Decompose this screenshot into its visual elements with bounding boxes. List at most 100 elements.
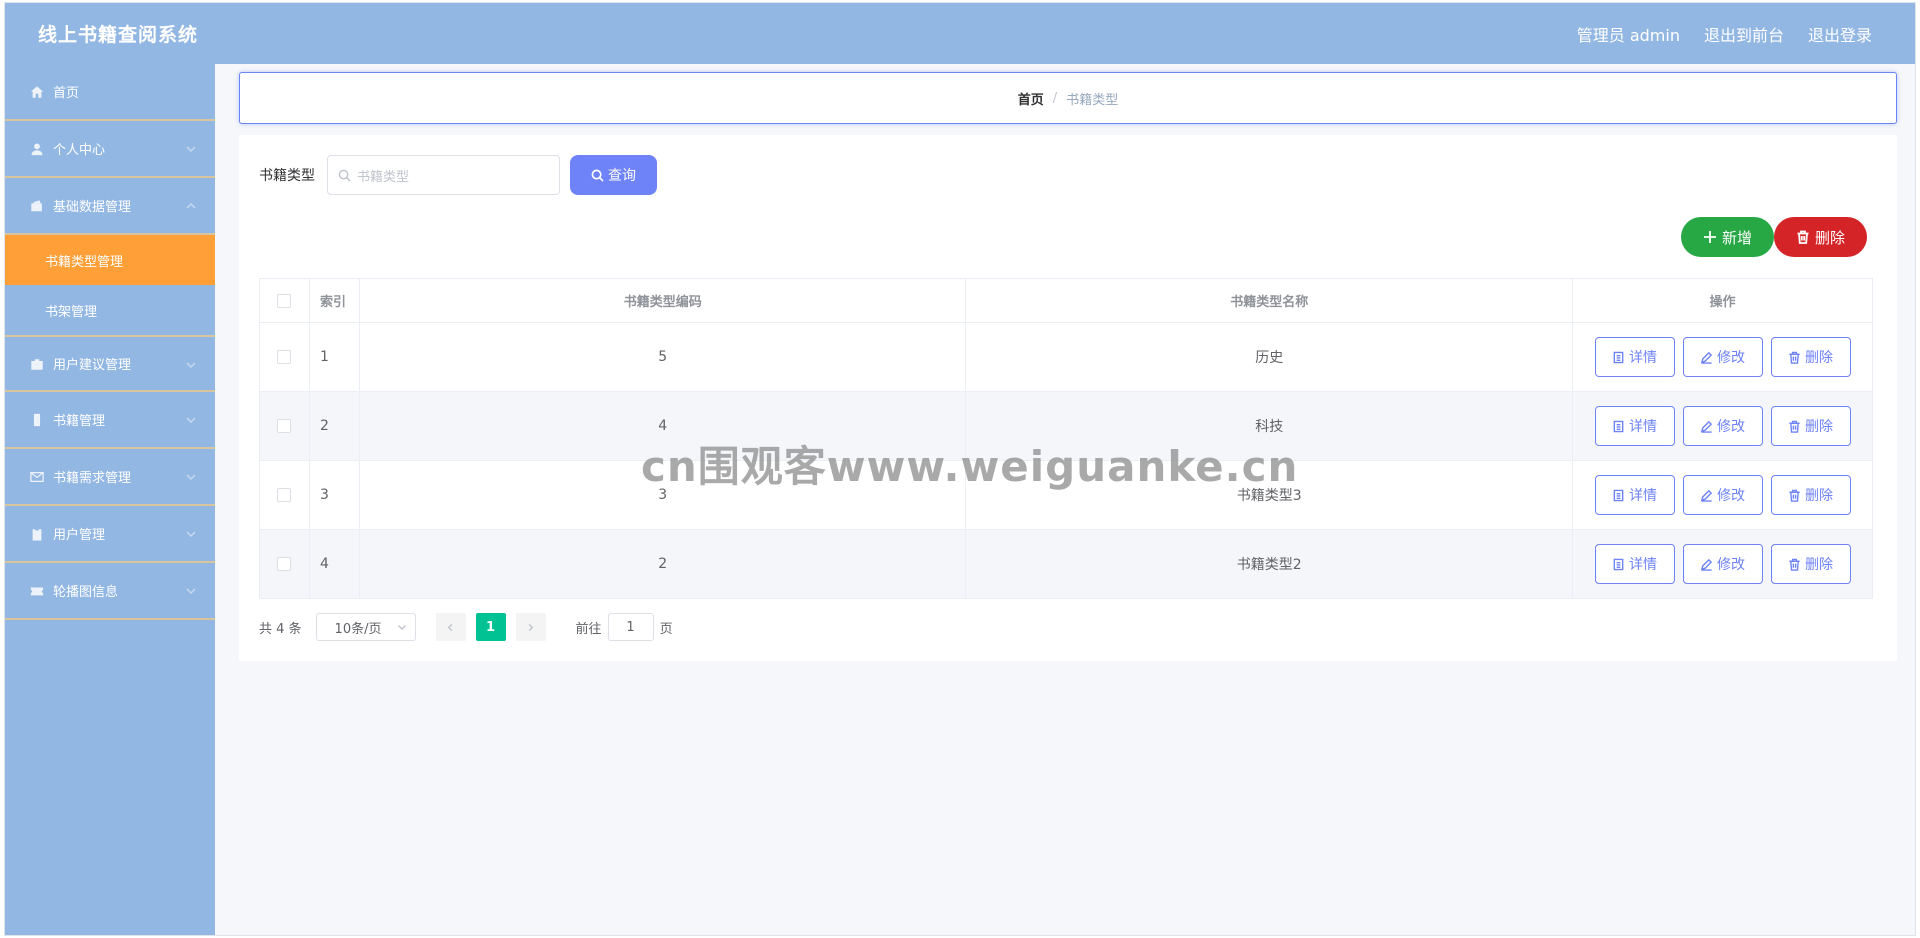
admin-label[interactable]: 管理员 admin <box>1577 22 1680 46</box>
delete-button-label: 删除 <box>1805 488 1833 504</box>
content-panel: 书籍类型 书籍类型 查询 新增 删除 索引 书籍类型编码 书籍类型名称 操作 1… <box>239 135 1897 661</box>
row-checkbox[interactable] <box>277 350 292 364</box>
chevron-left-icon <box>447 623 453 631</box>
chevron-down-icon <box>185 471 197 483</box>
row-name: 科技 <box>965 391 1573 461</box>
page-jump-suffix: 页 <box>659 621 673 637</box>
delete-button[interactable]: 删除 <box>1770 544 1851 584</box>
trash-icon <box>1789 420 1800 433</box>
sidebar-item-users[interactable]: 用户管理 <box>5 506 215 563</box>
detail-button[interactable]: 详情 <box>1594 406 1675 446</box>
edit-button[interactable]: 修改 <box>1682 475 1763 515</box>
row-checkbox[interactable] <box>277 488 292 502</box>
row-code: 5 <box>358 322 967 392</box>
delete-button[interactable]: 删除 <box>1770 406 1851 446</box>
pagination: 共 4 条 10条/页 1 前往 1 页 <box>259 613 673 641</box>
table-row: 1 5 历史 详情 修改 删除 <box>259 322 1873 392</box>
detail-button-label: 详情 <box>1629 350 1657 366</box>
page-jump-input[interactable]: 1 <box>607 613 654 641</box>
trash-icon <box>1797 230 1809 244</box>
app-title: 线上书籍查阅系统 <box>38 24 199 46</box>
briefcase-icon <box>29 356 45 372</box>
edit-button[interactable]: 修改 <box>1682 406 1763 446</box>
sidebar-item-books[interactable]: 书籍管理 <box>5 392 215 449</box>
delete-button[interactable]: 删除 <box>1770 475 1851 515</box>
clipboard-icon <box>29 526 45 542</box>
batch-delete-label: 删除 <box>1814 228 1845 247</box>
add-button[interactable]: 新增 <box>1681 217 1774 257</box>
select-all-cell <box>259 278 310 323</box>
detail-button[interactable]: 详情 <box>1594 475 1675 515</box>
sidebar-subitem-book-type[interactable]: 书籍类型管理 <box>5 235 215 285</box>
search-input[interactable]: 书籍类型 <box>327 155 560 195</box>
chevron-down-icon <box>185 585 197 597</box>
delete-button-label: 删除 <box>1805 557 1833 573</box>
row-select-cell <box>259 460 310 530</box>
trash-icon <box>1789 351 1800 364</box>
row-actions: 详情 修改 删除 <box>1572 391 1873 461</box>
row-actions: 详情 修改 删除 <box>1572 529 1873 599</box>
document-icon <box>1613 489 1624 501</box>
page-number-current[interactable]: 1 <box>475 613 506 641</box>
row-index: 2 <box>308 391 360 461</box>
sidebar-item-label: 书籍需求管理 <box>53 471 132 486</box>
row-code: 3 <box>358 460 967 530</box>
sidebar-item-label: 用户建议管理 <box>53 358 132 373</box>
batch-delete-button[interactable]: 删除 <box>1774 217 1867 257</box>
column-header-actions: 操作 <box>1572 278 1873 323</box>
delete-button[interactable]: 删除 <box>1770 337 1851 377</box>
row-select-cell <box>259 391 310 461</box>
table-row: 4 2 书籍类型2 详情 修改 删除 <box>259 529 1873 599</box>
top-links: 管理员 admin 退出到前台 退出登录 <box>1577 22 1872 46</box>
sidebar-item-suggestions[interactable]: 用户建议管理 <box>5 335 215 392</box>
sidebar-item-book-requests[interactable]: 书籍需求管理 <box>5 449 215 506</box>
edit-button-label: 修改 <box>1717 488 1745 504</box>
detail-button-label: 详情 <box>1629 419 1657 435</box>
add-button-label: 新增 <box>1721 228 1752 247</box>
sidebar-item-label: 首页 <box>53 86 80 101</box>
book-type-table: 索引 书籍类型编码 书籍类型名称 操作 1 5 历史 详情 修改 删除 2 4 … <box>259 278 1873 599</box>
edit-button[interactable]: 修改 <box>1682 337 1763 377</box>
sidebar-item-personal-center[interactable]: 个人中心 <box>5 121 215 178</box>
search-icon <box>338 169 351 182</box>
sidebar-item-home[interactable]: 首页 <box>5 64 215 121</box>
prev-page-button[interactable] <box>435 613 466 641</box>
detail-button[interactable]: 详情 <box>1594 544 1675 584</box>
next-page-button[interactable] <box>515 613 546 641</box>
select-all-checkbox[interactable] <box>277 293 292 308</box>
home-icon <box>29 84 45 100</box>
sidebar-subitem-bookshelf[interactable]: 书架管理 <box>5 285 215 335</box>
row-code: 2 <box>358 529 967 599</box>
trash-icon <box>1789 489 1800 502</box>
trash-icon <box>1789 558 1800 571</box>
detail-button[interactable]: 详情 <box>1594 337 1675 377</box>
sidebar-item-label: 个人中心 <box>53 143 106 158</box>
edit-button-label: 修改 <box>1717 419 1745 435</box>
page-jump: 前往 1 页 <box>576 613 673 641</box>
row-actions: 详情 修改 删除 <box>1572 322 1873 392</box>
edit-button[interactable]: 修改 <box>1682 544 1763 584</box>
exit-to-front-link[interactable]: 退出到前台 <box>1704 22 1784 46</box>
sidebar-item-carousel[interactable]: 轮播图信息 <box>5 563 215 620</box>
edit-button-label: 修改 <box>1717 557 1745 573</box>
row-index: 1 <box>308 322 360 392</box>
breadcrumb-home[interactable]: 首页 <box>1018 89 1044 108</box>
search-icon <box>591 169 604 182</box>
detail-button-label: 详情 <box>1629 557 1657 573</box>
top-bar: 线上书籍查阅系统 管理员 admin 退出到前台 退出登录 <box>5 3 1915 64</box>
phone-icon <box>29 412 45 428</box>
user-icon <box>29 141 45 157</box>
row-name: 书籍类型2 <box>965 529 1573 599</box>
plus-icon <box>1703 231 1716 243</box>
sidebar-item-basic-data[interactable]: 基础数据管理 <box>5 178 215 235</box>
search-button[interactable]: 查询 <box>570 155 657 195</box>
row-checkbox[interactable] <box>277 557 292 571</box>
page-size-select[interactable]: 10条/页 <box>315 613 416 641</box>
row-actions: 详情 修改 删除 <box>1572 460 1873 530</box>
delete-button-label: 删除 <box>1805 350 1833 366</box>
row-checkbox[interactable] <box>277 419 292 433</box>
logout-link[interactable]: 退出登录 <box>1808 22 1872 46</box>
sidebar-item-label: 用户管理 <box>53 528 106 543</box>
chevron-up-icon <box>185 200 197 212</box>
document-icon <box>1613 558 1624 570</box>
